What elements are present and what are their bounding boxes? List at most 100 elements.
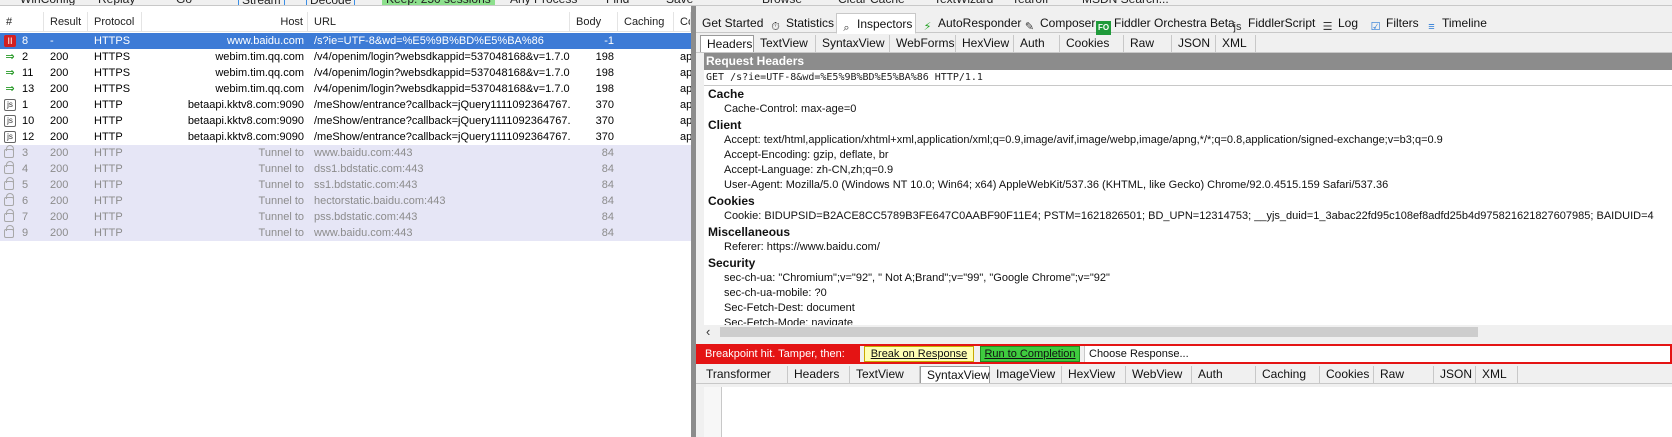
header-entry[interactable]: Accept-Encoding: gzip, deflate, br xyxy=(724,149,888,161)
header-entry[interactable]: Accept-Language: zh-CN,zh;q=0.9 xyxy=(724,164,893,176)
tab-raw[interactable]: Raw xyxy=(1374,366,1434,383)
table-row[interactable]: II 8 - HTTPS www.baidu.com/s?ie=UTF-8&wd=%E5… xyxy=(0,33,691,49)
header-entry[interactable]: sec-ch-ua: "Chromium";v="92", " Not A;Br… xyxy=(724,272,1110,284)
header-group-cache[interactable]: Cache xyxy=(708,87,744,101)
host: Tunnel to xyxy=(258,227,304,239)
tab-json[interactable]: JSON xyxy=(1434,366,1476,383)
table-row[interactable]: ⇒ 2 200 HTTPS webim.tim.qq.com/v4/openim/log… xyxy=(0,49,691,65)
header-entry[interactable]: User-Agent: Mozilla/5.0 (Windows NT 10.0… xyxy=(724,179,1388,191)
column-header[interactable]: Body xyxy=(570,12,618,32)
tab-xml[interactable]: XML xyxy=(1476,366,1518,383)
host: webim.tim.qq.com xyxy=(215,51,304,63)
tab-raw[interactable]: Raw xyxy=(1124,35,1172,52)
tab-headers[interactable]: Headers xyxy=(788,366,850,383)
choose-response-select[interactable]: Choose Response... xyxy=(1084,346,1670,362)
header-entry[interactable]: Sec-Fetch-Mode: navigate xyxy=(724,317,853,325)
tab-autoresponder[interactable]: ⚡ AutoResponder xyxy=(918,13,1022,33)
scroll-left-icon[interactable]: ‹ xyxy=(706,325,710,339)
tab-webview[interactable]: WebView xyxy=(1126,366,1192,383)
body-size: 84 xyxy=(601,195,614,207)
tab-transformer[interactable]: Transformer xyxy=(700,366,788,383)
table-row[interactable]: 3 200 HTTP Tunnel to www.baidu.com:443 84 xyxy=(0,145,691,161)
column-header[interactable]: Protocol xyxy=(88,12,142,32)
content-type xyxy=(680,225,691,241)
tab-label: FiddlerScript xyxy=(1248,16,1316,30)
table-row[interactable]: js 12 200 HTTP betaapi.kktv8.com:9090/meShow… xyxy=(0,129,691,145)
result-code: 200 xyxy=(50,163,69,175)
header-group-miscellaneous[interactable]: Miscellaneous xyxy=(708,225,790,239)
result-code: 200 xyxy=(50,99,69,111)
tab-textview[interactable]: TextView xyxy=(754,35,816,52)
tab-xml[interactable]: XML xyxy=(1216,35,1256,52)
tab-composer[interactable]: ✎ Composer xyxy=(1020,13,1095,33)
header-entry[interactable]: Referer: https://www.baidu.com/ xyxy=(724,241,880,253)
breakpoint-icon: II xyxy=(4,35,16,47)
tab-caching[interactable]: Caching xyxy=(1256,366,1320,383)
header-group-security[interactable]: Security xyxy=(708,256,755,270)
content-type: ap xyxy=(680,131,691,143)
session-list[interactable]: #ResultProtocolHostURLBodyCachingCo II 8 -… xyxy=(0,6,691,437)
column-header[interactable]: URL xyxy=(308,12,570,32)
horizontal-scrollbar[interactable]: ‹ xyxy=(696,325,1672,339)
response-inspector-tabs: Transformer Headers TextView SyntaxView Imag… xyxy=(696,364,1672,384)
url: ss1.bdstatic.com:443 xyxy=(314,179,418,191)
protocol: HTTP xyxy=(94,147,123,159)
tab-timeline[interactable]: ≡ Timeline xyxy=(1422,13,1487,33)
tab-syntaxview[interactable]: SyntaxView xyxy=(920,366,990,383)
tab-log[interactable]: ☰ Log xyxy=(1318,13,1364,33)
table-row[interactable]: 9 200 HTTP Tunnel to www.baidu.com:443 84 xyxy=(0,225,691,241)
session-number: 5 xyxy=(22,179,29,191)
column-header[interactable]: Host xyxy=(142,12,308,32)
tab-auth[interactable]: Auth xyxy=(1014,35,1060,52)
tab-textview[interactable]: TextView xyxy=(850,366,920,383)
table-row[interactable]: ⇒ 13 200 HTTPS webim.tim.qq.com/v4/openim/lo… xyxy=(0,81,691,97)
scrollbar-thumb[interactable] xyxy=(720,327,1478,337)
table-row[interactable]: 5 200 HTTP Tunnel to ss1.bdstatic.com:443 84 xyxy=(0,177,691,193)
table-row[interactable]: 4 200 HTTP Tunnel to dss1.bdstatic.com:443 84 xyxy=(0,161,691,177)
tab-imageview[interactable]: ImageView xyxy=(990,366,1062,383)
table-row[interactable]: ⇒ 11 200 HTTPS webim.tim.qq.com/v4/openim/lo… xyxy=(0,65,691,81)
header-entry[interactable]: Accept: text/html,application/xhtml+xml,… xyxy=(724,134,1443,146)
table-row[interactable]: 6 200 HTTP Tunnel to hectorstatic.baidu.com:… xyxy=(0,193,691,209)
result-code: 200 xyxy=(50,51,69,63)
tab-inspectors[interactable]: ⌕ Inspectors xyxy=(836,13,916,34)
result-code: 200 xyxy=(50,211,69,223)
header-entry[interactable]: Cookie: BIDUPSID=B2ACE8CC5789B3FE647C0AA… xyxy=(724,210,1654,222)
table-row[interactable]: js 10 200 HTTP betaapi.kktv8.com:9090/meShow… xyxy=(0,113,691,129)
tab-webforms[interactable]: WebForms xyxy=(890,35,956,52)
break-on-response-button[interactable]: Break on Response xyxy=(864,346,974,362)
tab-fiddlerscript[interactable]: js FiddlerScript xyxy=(1228,13,1316,33)
session-number: 11 xyxy=(22,67,34,79)
table-row[interactable]: 7 200 HTTP Tunnel to pss.bdstatic.com:443 84 xyxy=(0,209,691,225)
table-row[interactable]: js 1 200 HTTP betaapi.kktv8.com:9090/meShow/… xyxy=(0,97,691,113)
tab-label: Timeline xyxy=(1442,16,1487,30)
column-header[interactable]: # xyxy=(0,12,44,32)
session-number: 12 xyxy=(22,131,35,143)
tab-filters[interactable]: ☑ Filters xyxy=(1366,13,1420,33)
header-group-client[interactable]: Client xyxy=(708,118,741,132)
run-to-completion-button[interactable]: Run to Completion xyxy=(980,346,1080,362)
tab-auth[interactable]: Auth xyxy=(1192,366,1256,383)
tab-statistics[interactable]: ⏱ Statistics xyxy=(766,13,834,33)
response-body-view[interactable] xyxy=(704,387,1672,437)
header-group-cookies[interactable]: Cookies xyxy=(708,194,755,208)
header-entry[interactable]: Sec-Fetch-Dest: document xyxy=(724,302,855,314)
header-entry[interactable]: Cache-Control: max-age=0 xyxy=(724,103,856,115)
tab-fiddler-orchestra-beta[interactable]: FO Fiddler Orchestra Beta xyxy=(1094,13,1235,35)
tab-hexview[interactable]: HexView xyxy=(1062,366,1126,383)
tab-hexview[interactable]: HexView xyxy=(956,35,1014,52)
body-size: -1 xyxy=(604,35,614,47)
column-header[interactable]: Co xyxy=(674,12,691,32)
column-header[interactable]: Caching xyxy=(618,12,674,32)
tab-json[interactable]: JSON xyxy=(1172,35,1216,52)
tab-headers[interactable]: Headers xyxy=(700,35,754,52)
tab-syntaxview[interactable]: SyntaxView xyxy=(816,35,890,52)
tab-cookies[interactable]: Cookies xyxy=(1320,366,1374,383)
content-type: ap xyxy=(680,67,691,79)
header-entry[interactable]: sec-ch-ua-mobile: ?0 xyxy=(724,287,827,299)
main-tabs: Get Started ⏱ Statistics ⌕ Inspectors ⚡ AutoRe… xyxy=(696,13,1672,35)
content-type: ap xyxy=(680,99,691,111)
tab-get-started[interactable]: Get Started xyxy=(700,13,764,33)
column-header[interactable]: Result xyxy=(44,12,88,32)
tab-cookies[interactable]: Cookies xyxy=(1060,35,1124,52)
